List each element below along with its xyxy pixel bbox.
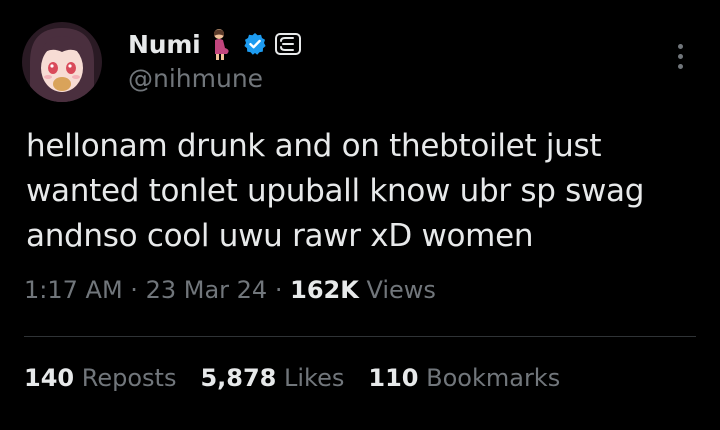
views-label: Views bbox=[366, 276, 436, 304]
author-handle[interactable]: @nihmune bbox=[128, 64, 263, 93]
tweet-time[interactable]: 1:17 AM bbox=[24, 276, 123, 304]
meta-separator: · bbox=[274, 276, 283, 304]
bookmarks-label: Bookmarks bbox=[426, 364, 561, 392]
author-display-name[interactable]: Numi bbox=[128, 30, 201, 59]
bookmarks-stat[interactable]: 110 Bookmarks bbox=[368, 364, 560, 392]
reposts-label: Reposts bbox=[81, 364, 177, 392]
avatar[interactable] bbox=[22, 22, 102, 102]
reposts-count: 140 bbox=[24, 364, 75, 392]
reposts-stat[interactable]: 140 Reposts bbox=[24, 364, 176, 392]
more-options-icon[interactable] bbox=[668, 38, 692, 74]
tweet-meta: 1:17 AM · 23 Mar 24 · 162K Views bbox=[24, 276, 436, 304]
tweet-text-line: hellonam drunk and on thebtoilet just bbox=[26, 128, 602, 164]
tweet-text: hellonam drunk and on thebtoilet just wa… bbox=[26, 124, 706, 259]
verified-badge-icon[interactable] bbox=[243, 32, 267, 56]
tweet-text-line: wanted tonlet upuball know ubr sp swag bbox=[26, 173, 645, 209]
likes-stat[interactable]: 5,878 Likes bbox=[200, 364, 344, 392]
author-name-row: Numi bbox=[128, 26, 301, 62]
bookmarks-count: 110 bbox=[368, 364, 419, 392]
divider bbox=[24, 336, 696, 337]
tweet-text-line: andnso cool uwu rawr xD women bbox=[26, 218, 534, 254]
meta-separator: · bbox=[130, 276, 138, 304]
affiliate-badge-icon[interactable] bbox=[274, 33, 301, 55]
likes-label: Likes bbox=[284, 364, 345, 392]
engagement-stats: 140 Reposts 5,878 Likes 110 Bookmarks bbox=[24, 364, 560, 392]
likes-count: 5,878 bbox=[200, 364, 277, 392]
views-count: 162K bbox=[290, 276, 359, 304]
pregnant-woman-emoji-icon bbox=[207, 28, 233, 60]
tweet-date[interactable]: 23 Mar 24 bbox=[146, 276, 268, 304]
